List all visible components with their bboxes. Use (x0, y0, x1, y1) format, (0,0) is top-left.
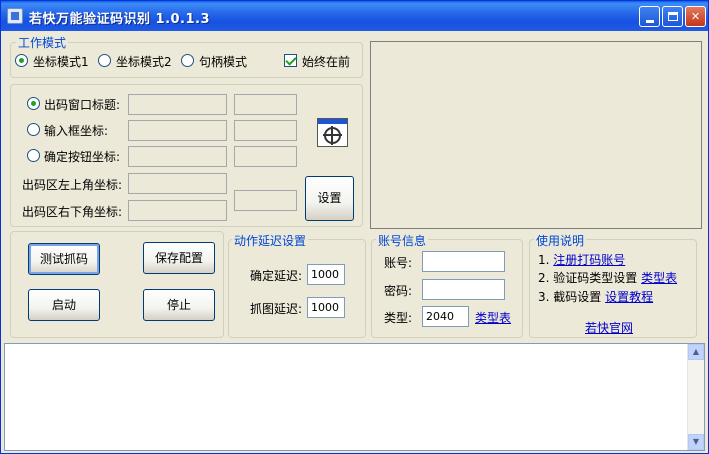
title-bar[interactable]: 若快万能验证码识别 1.0.1.3 ✕ (1, 1, 708, 31)
minimize-icon (646, 20, 654, 23)
maximize-button[interactable] (662, 6, 683, 27)
always-on-top-label[interactable]: 始终在前 (302, 53, 350, 70)
coord-topleft-field[interactable] (128, 173, 227, 194)
delay-group (228, 239, 366, 338)
capture-delay-label: 抓图延迟: (250, 302, 303, 316)
register-account-link[interactable]: 注册打码账号 (553, 253, 625, 267)
work-mode-legend: 工作模式 (16, 34, 69, 51)
type-table-link[interactable]: 类型表 (475, 309, 511, 326)
coord-topleft-label: 出码区左上角坐标: (22, 178, 123, 192)
minimize-button[interactable] (639, 6, 660, 27)
settings-button[interactable]: 设置 (305, 176, 354, 221)
coord-input-radio[interactable] (27, 123, 40, 136)
target-titlebar (318, 119, 347, 124)
scroll-down-icon[interactable]: ▼ (688, 434, 704, 450)
coord-confirm-field-1[interactable] (128, 146, 227, 167)
maximize-icon (668, 12, 678, 21)
mode-handle-radio[interactable] (181, 54, 194, 67)
mode-coord2-radio[interactable] (98, 54, 111, 67)
type-label: 类型: (384, 311, 413, 325)
coord-input-label[interactable]: 输入框坐标: (44, 122, 108, 139)
usage-legend: 使用说明 (534, 232, 587, 249)
close-button[interactable]: ✕ (685, 6, 706, 27)
password-label: 密码: (384, 284, 413, 298)
usage-item-1: 1. 注册打码账号 (538, 251, 625, 268)
log-scrollbar[interactable]: ▲ ▼ (687, 344, 704, 450)
start-button[interactable]: 启动 (28, 289, 100, 321)
close-icon: ✕ (690, 10, 701, 23)
setup-tutorial-link[interactable]: 设置教程 (605, 290, 653, 304)
coord-title-radio[interactable] (27, 97, 40, 110)
app-icon (7, 8, 23, 24)
coord-title-field-1[interactable] (128, 94, 227, 115)
coord-bottomright-label: 出码区右下角坐标: (22, 205, 123, 219)
captcha-preview-area (370, 41, 702, 229)
coord-bottomright-field[interactable] (128, 200, 227, 221)
official-site-link[interactable]: 若快官网 (585, 319, 633, 336)
scroll-up-icon[interactable]: ▲ (688, 344, 704, 360)
mode-handle-label[interactable]: 句柄模式 (199, 53, 247, 70)
usage-type-table-link[interactable]: 类型表 (641, 271, 677, 285)
test-capture-button[interactable]: 测试抓码 (28, 243, 100, 275)
capture-delay-input[interactable]: 1000 (307, 297, 345, 318)
coord-input-field-1[interactable] (128, 120, 227, 141)
delay-legend: 动作延迟设置 (232, 232, 309, 249)
password-input[interactable] (422, 279, 505, 300)
confirm-delay-label: 确定延迟: (250, 269, 303, 283)
save-config-button[interactable]: 保存配置 (143, 242, 215, 274)
coord-input-field-2[interactable] (234, 120, 297, 141)
username-input[interactable] (422, 251, 505, 272)
mode-coord1-label[interactable]: 坐标模式1 (33, 53, 89, 70)
coord-confirm-field-2[interactable] (234, 146, 297, 167)
account-legend: 账号信息 (376, 232, 429, 249)
coord-title-field-2[interactable] (234, 94, 297, 115)
log-textarea[interactable]: ▲ ▼ (4, 343, 705, 451)
stop-button[interactable]: 停止 (143, 289, 215, 321)
usage-item-3-text: 3. 截码设置 (538, 290, 606, 304)
crosshair-target-icon[interactable] (317, 118, 348, 147)
crosshair-icon (323, 126, 342, 145)
mode-coord2-label[interactable]: 坐标模式2 (116, 53, 172, 70)
usage-item-2: 2. 验证码类型设置 类型表 (538, 269, 677, 286)
usage-item-1-text: 1. (538, 253, 554, 267)
usage-item-3: 3. 截码设置 设置教程 (538, 288, 653, 305)
coord-title-label[interactable]: 出码窗口标题: (44, 96, 120, 113)
mode-coord1-radio[interactable] (15, 54, 28, 67)
username-label: 账号: (384, 256, 413, 270)
coord-region-field[interactable] (234, 190, 297, 211)
always-on-top-checkbox[interactable] (284, 54, 297, 67)
main-window: 若快万能验证码识别 1.0.1.3 ✕ 工作模式 坐标模式1 坐标模式2 句柄模… (0, 0, 709, 454)
window-title: 若快万能验证码识别 1.0.1.3 (29, 12, 211, 27)
confirm-delay-input[interactable]: 1000 (307, 264, 345, 285)
coord-confirm-label[interactable]: 确定按钮坐标: (44, 148, 120, 165)
type-input[interactable]: 2040 (422, 306, 469, 327)
usage-item-2-text: 2. 验证码类型设置 (538, 271, 642, 285)
coord-confirm-radio[interactable] (27, 149, 40, 162)
